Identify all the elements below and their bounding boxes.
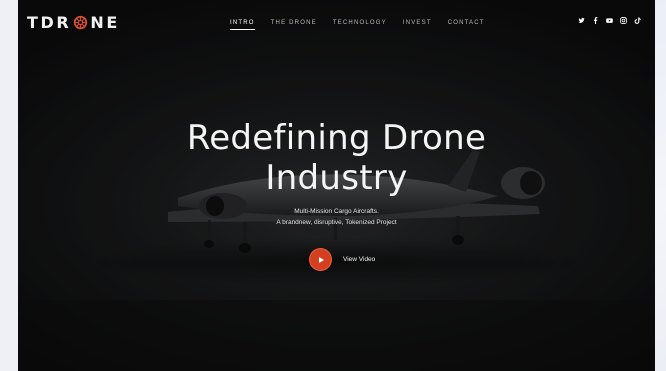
logo-text-left: TDR — [27, 13, 72, 32]
play-icon — [318, 256, 324, 263]
nav-item-technology[interactable]: TECHNOLOGY — [333, 20, 387, 30]
view-video-control: View Video — [309, 248, 375, 271]
youtube-icon[interactable] — [606, 17, 613, 24]
tiktok-icon[interactable] — [634, 17, 641, 24]
hero-subtitle: Multi-Mission Cargo Aircrafts. A brandne… — [18, 206, 655, 228]
subtitle-line-2: A brandnew, disruptive, Tokenized Projec… — [276, 219, 397, 226]
hero-headline: Redefining Drone Industry — [18, 118, 655, 198]
nav-item-contact[interactable]: CONTACT — [448, 20, 485, 30]
brand-logo[interactable]: TDR NE — [27, 13, 120, 32]
headline-line-2: Industry — [265, 158, 408, 198]
social-links — [578, 17, 641, 24]
twitter-icon[interactable] — [578, 17, 585, 24]
top-navigation-bar: TDR NE INTRO THE DRONE TECHNOLOGY INVEST… — [18, 0, 655, 44]
play-video-button[interactable] — [309, 248, 332, 271]
instagram-icon[interactable] — [620, 17, 627, 24]
headline-line-1: Redefining Drone — [186, 118, 487, 158]
main-menu: INTRO THE DRONE TECHNOLOGY INVEST CONTAC… — [230, 20, 501, 30]
nav-item-invest[interactable]: INVEST — [403, 20, 432, 30]
facebook-icon[interactable] — [592, 17, 599, 24]
view-video-link[interactable]: View Video — [343, 256, 375, 263]
nav-item-the-drone[interactable]: THE DRONE — [271, 20, 317, 30]
hero-section: Redefining Drone Industry Multi-Mission … — [18, 118, 655, 228]
logo-o-icon — [73, 15, 88, 30]
nav-item-intro[interactable]: INTRO — [230, 20, 255, 30]
subtitle-line-1: Multi-Mission Cargo Aircrafts. — [294, 208, 379, 215]
website-viewport: TDR NE INTRO THE DRONE TECHNOLOGY INVEST… — [18, 0, 655, 371]
logo-text-right: NE — [90, 13, 120, 32]
